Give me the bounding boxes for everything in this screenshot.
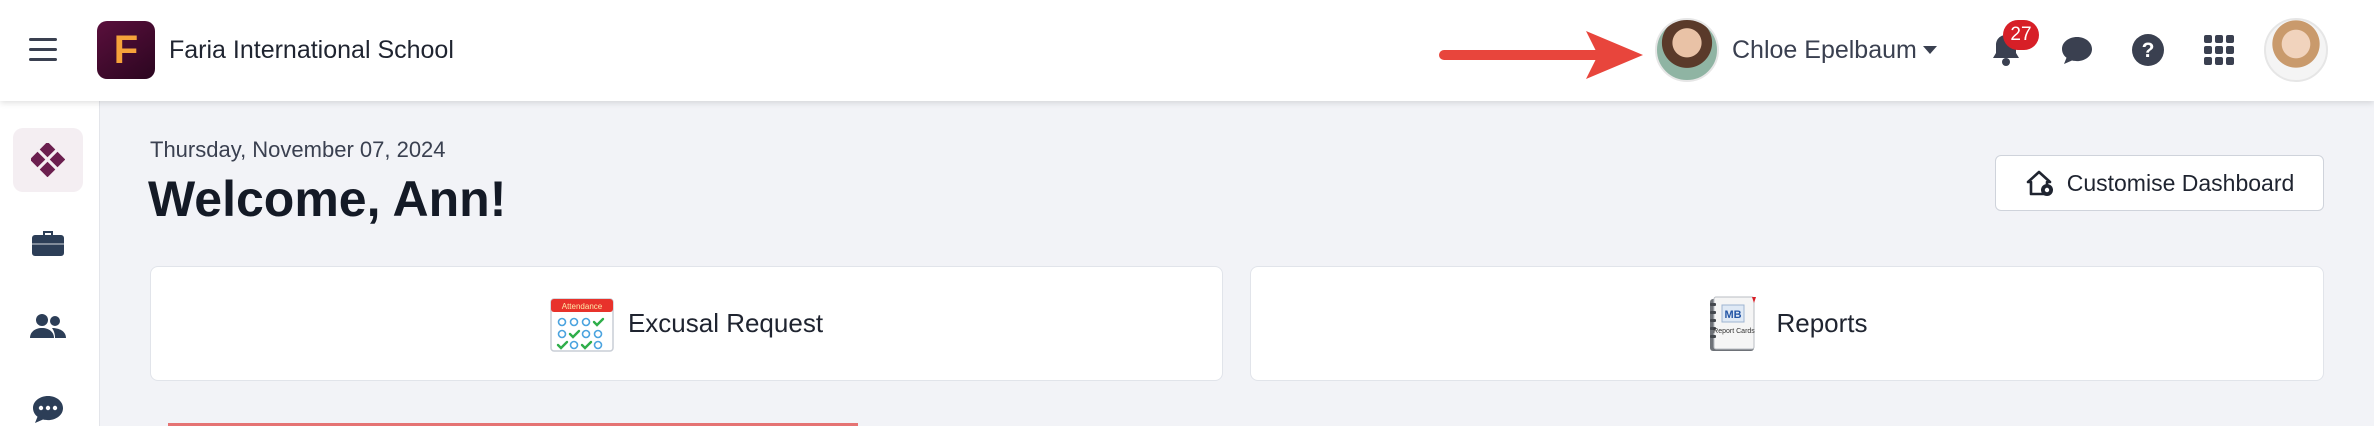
help-icon: ? bbox=[2132, 34, 2164, 66]
home-gear-icon bbox=[2026, 170, 2053, 196]
arrow-annotation-icon bbox=[1439, 31, 1643, 79]
excusal-request-label: Excusal Request bbox=[627, 308, 824, 338]
report-cards-icon: MB Report Cards bbox=[1710, 296, 1757, 351]
notification-count-badge: 27 bbox=[2003, 20, 2039, 50]
apps-grid-icon bbox=[2204, 35, 2234, 65]
customise-dashboard-button[interactable]: Customise Dashboard bbox=[1995, 155, 2324, 211]
messages-button[interactable] bbox=[2053, 26, 2101, 74]
reports-label: Reports bbox=[1776, 308, 1868, 338]
chat-icon bbox=[33, 396, 63, 423]
sidebar-item-people[interactable] bbox=[13, 294, 83, 358]
report-cards-icon-text: Report Cards bbox=[1714, 328, 1756, 335]
brand-logo-letter: F bbox=[113, 28, 139, 72]
menu-icon[interactable] bbox=[29, 38, 57, 62]
account-avatar[interactable] bbox=[2264, 18, 2328, 82]
customise-dashboard-label: Customise Dashboard bbox=[2066, 169, 2295, 196]
reports-card[interactable]: MB Report Cards Reports bbox=[1250, 266, 2324, 381]
excusal-request-card[interactable]: Attendance Excusal Request bbox=[150, 266, 1223, 381]
sidebar-item-work[interactable] bbox=[13, 211, 83, 275]
top-bar: F Faria International School Chloe Epelb… bbox=[0, 0, 2374, 101]
svg-text:?: ? bbox=[2142, 39, 2155, 62]
user-avatar[interactable] bbox=[1655, 18, 1719, 82]
sidebar-item-dashboard[interactable] bbox=[13, 128, 83, 192]
people-icon bbox=[30, 314, 66, 338]
apps-grid-button[interactable] bbox=[2195, 26, 2243, 74]
sidebar bbox=[0, 101, 100, 426]
attendance-icon-text: Attendance bbox=[562, 302, 603, 311]
dashboard-diamond-icon bbox=[31, 143, 65, 177]
attendance-calendar-icon: Attendance bbox=[550, 297, 614, 352]
brand-name[interactable]: Faria International School bbox=[169, 36, 454, 65]
current-date: Thursday, November 07, 2024 bbox=[150, 137, 446, 162]
user-switcher-name[interactable]: Chloe Epelbaum bbox=[1732, 36, 1917, 65]
chat-bubble-icon bbox=[2062, 37, 2092, 64]
sidebar-item-messages[interactable] bbox=[13, 377, 83, 426]
page-title: Welcome, Ann! bbox=[148, 171, 507, 227]
help-button[interactable]: ? bbox=[2124, 26, 2172, 74]
chevron-down-icon[interactable] bbox=[1923, 46, 1937, 54]
brand-logo[interactable]: F bbox=[97, 21, 155, 79]
briefcase-icon bbox=[32, 231, 64, 256]
report-cards-icon-mark: MB bbox=[1725, 309, 1742, 321]
